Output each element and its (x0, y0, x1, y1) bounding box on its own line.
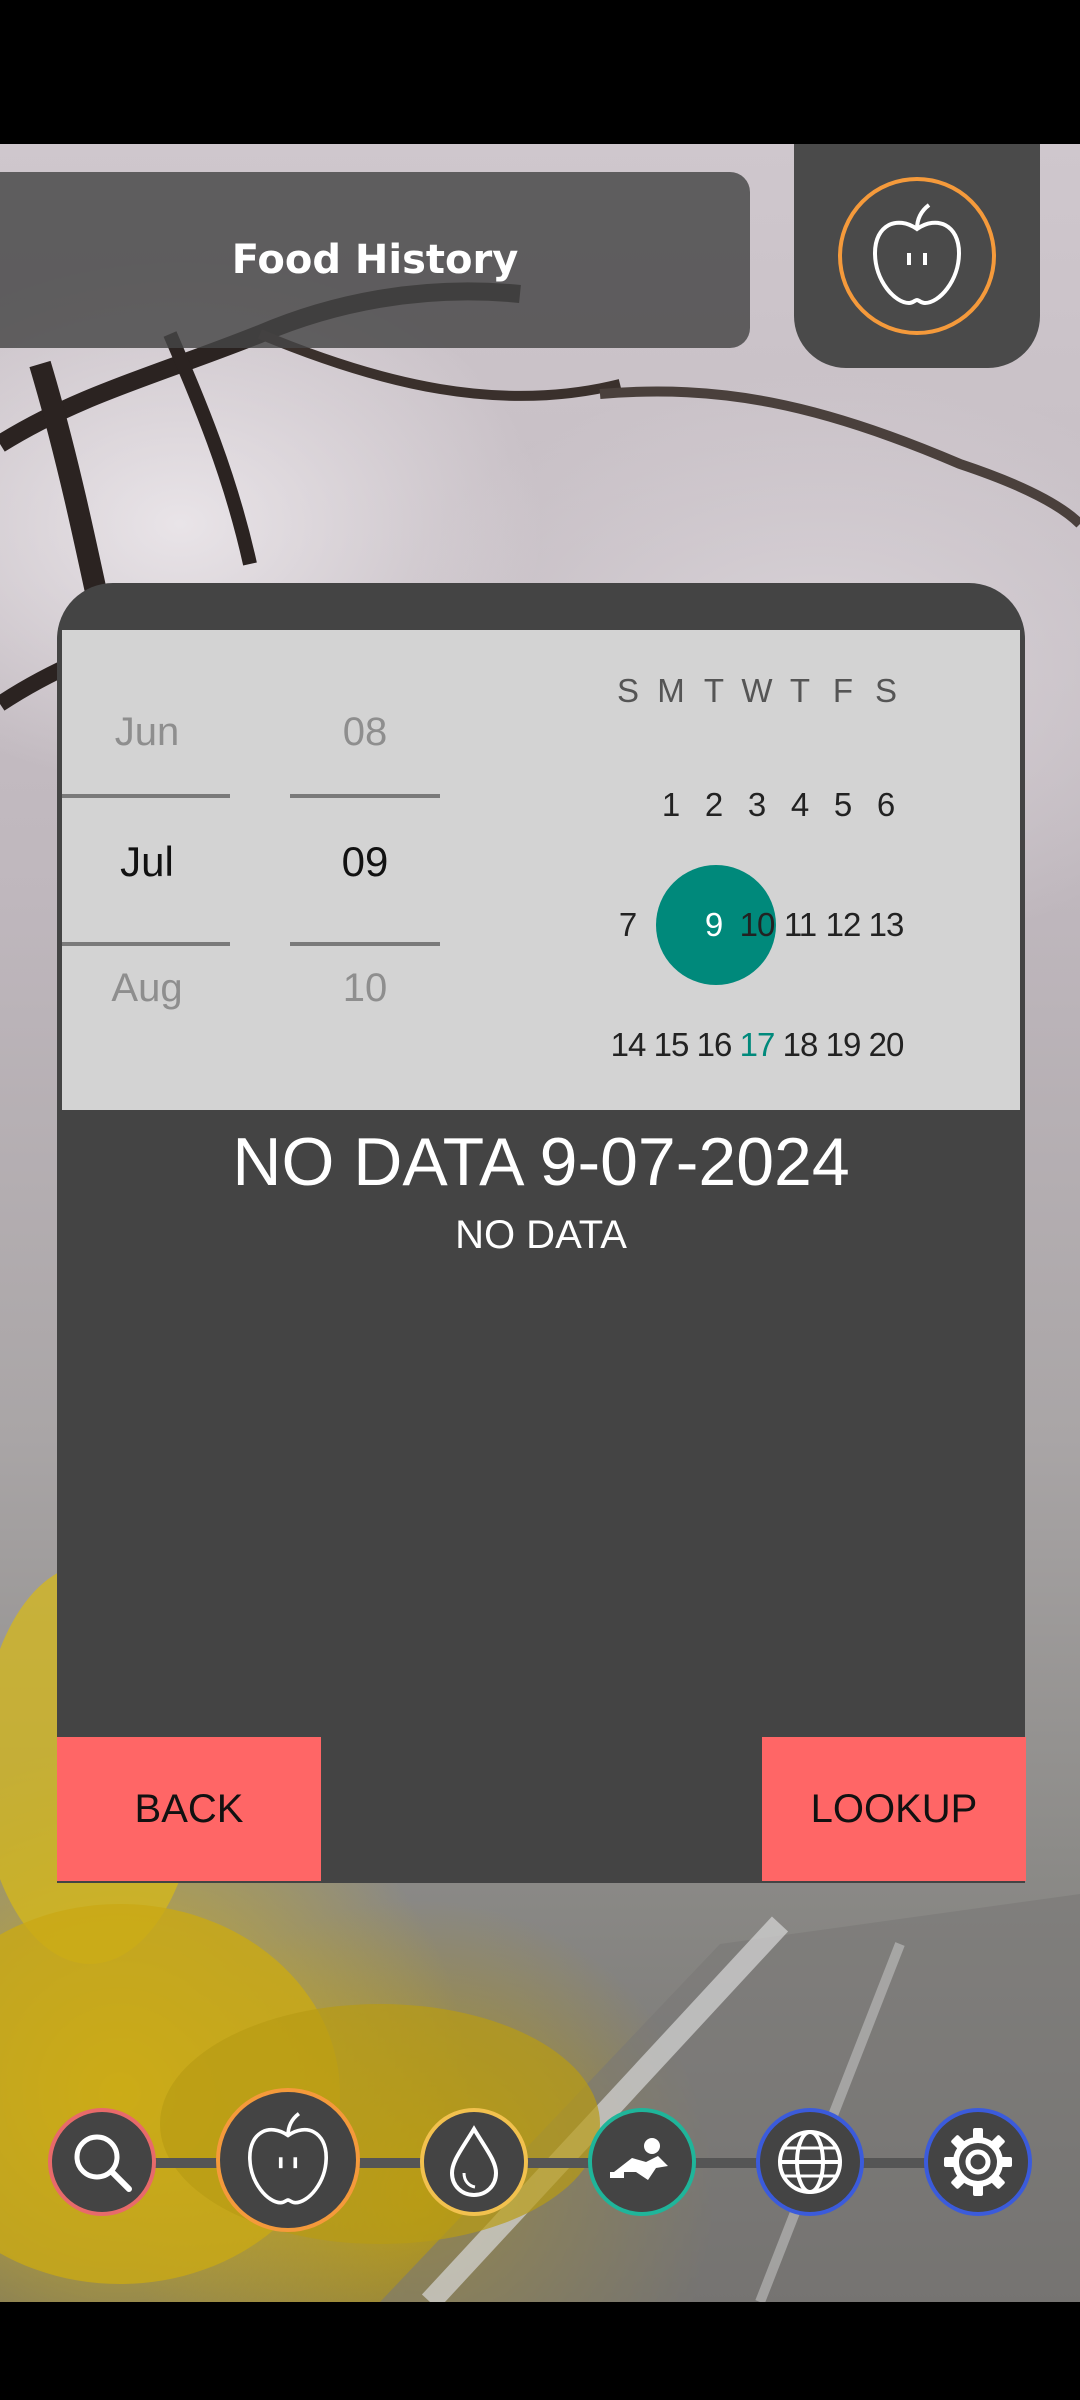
header-bar: Food History (0, 172, 750, 348)
day-next[interactable]: 10 (290, 966, 440, 1011)
day-divider-top (290, 794, 440, 798)
lookup-button[interactable]: LOOKUP (762, 1737, 1026, 1881)
month-prev[interactable]: Jun (62, 710, 232, 755)
search-icon (74, 2134, 132, 2192)
water-drop-icon (449, 2125, 499, 2198)
globe-icon (778, 2130, 842, 2194)
calendar-weekday: W (741, 672, 773, 709)
back-button[interactable]: BACK (57, 1737, 321, 1881)
calendar-day[interactable]: 13 (864, 906, 908, 944)
calendar-day-selected[interactable]: 9 (694, 906, 734, 944)
day-prev[interactable]: 08 (290, 710, 440, 755)
calendar-day[interactable]: 16 (692, 1026, 736, 1064)
nav-food-button[interactable] (216, 2088, 360, 2232)
calendar-day[interactable]: 3 (737, 786, 777, 824)
apple-icon (247, 2112, 329, 2205)
nav-exercise-button[interactable] (588, 2108, 696, 2216)
month-divider-bottom (62, 942, 230, 946)
calendar-day[interactable]: 11 (778, 906, 822, 944)
profile-ring (838, 177, 996, 335)
calendar-day[interactable]: 4 (780, 786, 820, 824)
calendar-day[interactable]: 10 (735, 906, 779, 944)
page-title: Food History (231, 237, 519, 283)
calendar-weekday: T (703, 672, 725, 709)
calendar-day[interactable]: 18 (778, 1026, 822, 1064)
day-divider-bottom (290, 942, 440, 946)
calendar-day[interactable]: 6 (866, 786, 906, 824)
date-picker-panel: Jun Jul Aug 08 09 10 S M T W T F S 1 2 3… (62, 630, 1020, 1110)
apple-icon (872, 203, 962, 306)
calendar-weekday: F (832, 672, 854, 709)
calendar-day[interactable]: 12 (821, 906, 865, 944)
nav-globe-button[interactable] (756, 2108, 864, 2216)
calendar-day[interactable]: 20 (864, 1026, 908, 1064)
calendar-day[interactable]: 5 (823, 786, 863, 824)
nav-search-button[interactable] (48, 2108, 156, 2216)
calendar-weekday: S (874, 672, 897, 709)
calendar-day[interactable]: 2 (694, 786, 734, 824)
day-selected[interactable]: 09 (290, 838, 440, 886)
result-title: NO DATA 9-07-2024 (232, 1124, 850, 1200)
result-subtitle: NO DATA (455, 1213, 627, 1257)
bottom-nav (0, 2080, 1080, 2240)
status-bar (0, 0, 1080, 144)
calendar-day[interactable]: 14 (606, 1026, 650, 1064)
calendar-weekday: T (789, 672, 811, 709)
calendar-day[interactable]: 15 (649, 1026, 693, 1064)
calendar-day[interactable]: 7 (608, 906, 648, 944)
calendar-weekday: S (616, 672, 639, 709)
nav-settings-button[interactable] (924, 2108, 1032, 2216)
calendar-day-today[interactable]: 17 (735, 1026, 779, 1064)
profile-button[interactable] (794, 144, 1040, 368)
exercise-icon (610, 2138, 668, 2180)
system-nav-bar (0, 2302, 1080, 2400)
calendar-day[interactable]: 19 (821, 1026, 865, 1064)
calendar-weekday: M (657, 672, 685, 709)
month-divider-top (62, 794, 230, 798)
month-next[interactable]: Aug (62, 966, 232, 1011)
calendar-day[interactable]: 1 (651, 786, 691, 824)
nav-water-button[interactable] (420, 2108, 528, 2216)
month-selected[interactable]: Jul (62, 838, 232, 886)
history-card: Jun Jul Aug 08 09 10 S M T W T F S 1 2 3… (57, 583, 1025, 1883)
gear-icon (944, 2128, 1012, 2196)
